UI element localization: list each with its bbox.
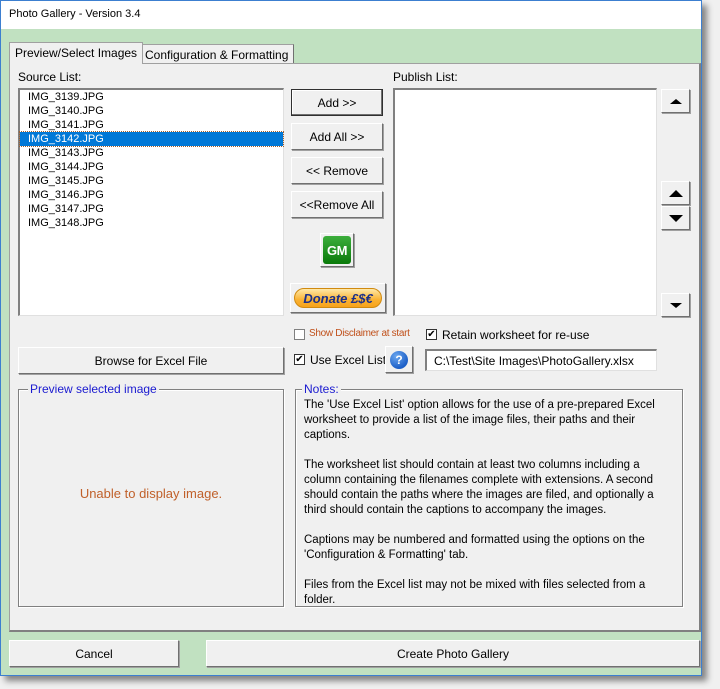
move-to-top-button[interactable] [661,89,690,113]
publish-list-label: Publish List: [393,70,458,84]
notes-frame: Notes: The 'Use Excel List' option allow… [295,382,683,607]
window-title: Photo Gallery - Version 3.4 [9,8,141,20]
donate-button[interactable]: Donate £$€ [290,283,386,313]
use-excel-list-checkbox[interactable]: ✔ [294,354,305,365]
move-down-icon [668,214,683,222]
source-list-item[interactable]: IMG_3146.JPG [20,188,283,202]
notes-paragraph: Files from the Excel list may not be mix… [304,579,646,606]
title-bar: Photo Gallery - Version 3.4 [1,1,701,29]
retain-worksheet-checkbox[interactable]: ✔ [426,329,437,340]
excel-path-field[interactable]: C:\Test\Site Images\PhotoGallery.xlsx [425,349,657,371]
add-button[interactable]: Add >> [291,89,383,116]
tab-configuration-formatting[interactable]: Configuration & Formatting [139,44,295,64]
source-list-item[interactable]: IMG_3145.JPG [20,174,283,188]
move-to-bottom-icon [669,302,682,308]
tab-preview-select-images[interactable]: Preview/Select Images [9,42,144,64]
use-excel-list-label: Use Excel List [310,353,387,367]
source-list-item[interactable]: IMG_3143.JPG [20,146,283,160]
show-disclaimer-label: Show Disclaimer at start [309,328,410,339]
show-disclaimer-checkbox[interactable] [294,329,305,340]
photo-gallery-window: Photo Gallery - Version 3.4 Preview/Sele… [0,0,702,676]
source-list-item[interactable]: IMG_3148.JPG [20,216,283,230]
notes-paragraph: Captions may be numbered and formatted u… [304,534,645,561]
create-photo-gallery-button[interactable]: Create Photo Gallery [206,640,700,667]
preview-frame-caption: Preview selected image [28,382,159,396]
remove-button[interactable]: << Remove [291,157,383,184]
publish-list[interactable] [393,88,657,316]
move-down-button[interactable] [661,206,690,230]
remove-all-button[interactable]: <<Remove All [291,191,383,218]
cancel-button[interactable]: Cancel [9,640,179,667]
move-to-bottom-button[interactable] [661,293,690,317]
source-list-item[interactable]: IMG_3141.JPG [20,118,283,132]
move-up-button[interactable] [661,181,690,205]
retain-worksheet-label: Retain worksheet for re-use [442,328,590,342]
source-list-item[interactable]: IMG_3139.JPG [20,90,283,104]
source-list-label: Source List: [18,70,82,84]
tab-panel-preview-select: Source List: IMG_3139.JPG IMG_3140.JPG IMG… [9,63,701,632]
source-list-item[interactable]: IMG_3142.JPG [19,131,284,147]
preview-frame: Preview selected image Unable to display… [18,382,284,607]
browse-excel-file-button[interactable]: Browse for Excel File [18,347,284,374]
add-all-button[interactable]: Add All >> [291,123,383,150]
gm-button[interactable]: GM [320,233,354,267]
move-to-top-icon [669,98,682,104]
gm-logo-icon: GM [323,236,351,264]
notes-text: The 'Use Excel List' option allows for t… [304,398,676,623]
source-list-item[interactable]: IMG_3140.JPG [20,104,283,118]
source-list-item[interactable]: IMG_3147.JPG [20,202,283,216]
help-button[interactable]: ? [385,346,413,373]
notes-paragraph: The worksheet list should contain at lea… [304,459,654,516]
source-list[interactable]: IMG_3139.JPG IMG_3140.JPG IMG_3141.JPG IMG_… [18,88,284,316]
source-list-item[interactable]: IMG_3144.JPG [20,160,283,174]
notes-frame-caption: Notes: [302,382,341,396]
donate-icon: Donate £$€ [294,288,382,308]
move-up-icon [668,189,683,197]
notes-paragraph: The 'Use Excel List' option allows for t… [304,399,655,441]
help-icon: ? [390,350,408,369]
preview-message: Unable to display image. [79,486,223,501]
